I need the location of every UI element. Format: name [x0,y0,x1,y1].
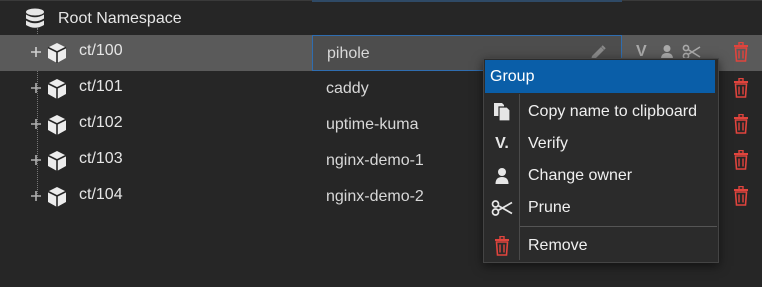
trash-icon [491,236,513,256]
context-menu: Group Copy name to clipboard V. Verify C… [483,58,719,263]
container-name-label: uptime-kuma [326,116,419,133]
menu-item-label: Remove [528,237,588,254]
container-id-label: ct/103 [79,150,123,167]
container-box-icon [47,187,67,207]
trash-icon[interactable] [733,186,749,206]
expand-plus-icon[interactable] [30,82,42,94]
container-box-icon [47,115,67,135]
copy-icon [491,102,513,122]
menu-separator [520,226,717,227]
menu-item-verify[interactable]: V. Verify [485,129,717,159]
container-box-icon [47,151,67,171]
expand-plus-icon[interactable] [30,46,42,58]
menu-item-label: Verify [528,135,569,152]
trash-icon[interactable] [733,114,749,134]
menu-item-change-owner[interactable]: Change owner [485,161,717,191]
container-id-label: ct/104 [79,186,123,203]
menu-item-label: Prune [528,199,571,216]
context-menu-header[interactable]: Group [485,60,715,93]
container-name-label: nginx-demo-2 [326,188,424,205]
user-icon [491,166,513,186]
container-name-label: nginx-demo-1 [326,152,424,169]
trash-icon[interactable] [733,78,749,98]
menu-item-label: Change owner [528,167,633,184]
expand-plus-icon[interactable] [30,154,42,166]
container-name-label: caddy [326,80,369,97]
container-id-label: ct/102 [79,114,123,131]
menu-item-remove[interactable]: Remove [485,231,717,261]
root-namespace-label: Root Namespace [58,10,182,27]
trash-icon[interactable] [733,42,749,62]
root-namespace-row[interactable]: Root Namespace [0,0,762,36]
container-id-label: ct/101 [79,78,123,95]
database-icon [26,8,44,28]
trash-icon[interactable] [733,150,749,170]
expand-plus-icon[interactable] [30,118,42,130]
menu-item-copy-name[interactable]: Copy name to clipboard [485,97,717,127]
container-box-icon [47,43,67,63]
menu-item-label: Copy name to clipboard [528,103,697,120]
container-box-icon [47,79,67,99]
menu-item-prune[interactable]: Prune [485,193,717,223]
scissors-icon [491,198,513,218]
verify-icon: V. [495,135,509,152]
container-id-label: ct/100 [79,42,123,59]
expand-plus-icon[interactable] [30,190,42,202]
container-name-label: pihole [327,45,370,62]
